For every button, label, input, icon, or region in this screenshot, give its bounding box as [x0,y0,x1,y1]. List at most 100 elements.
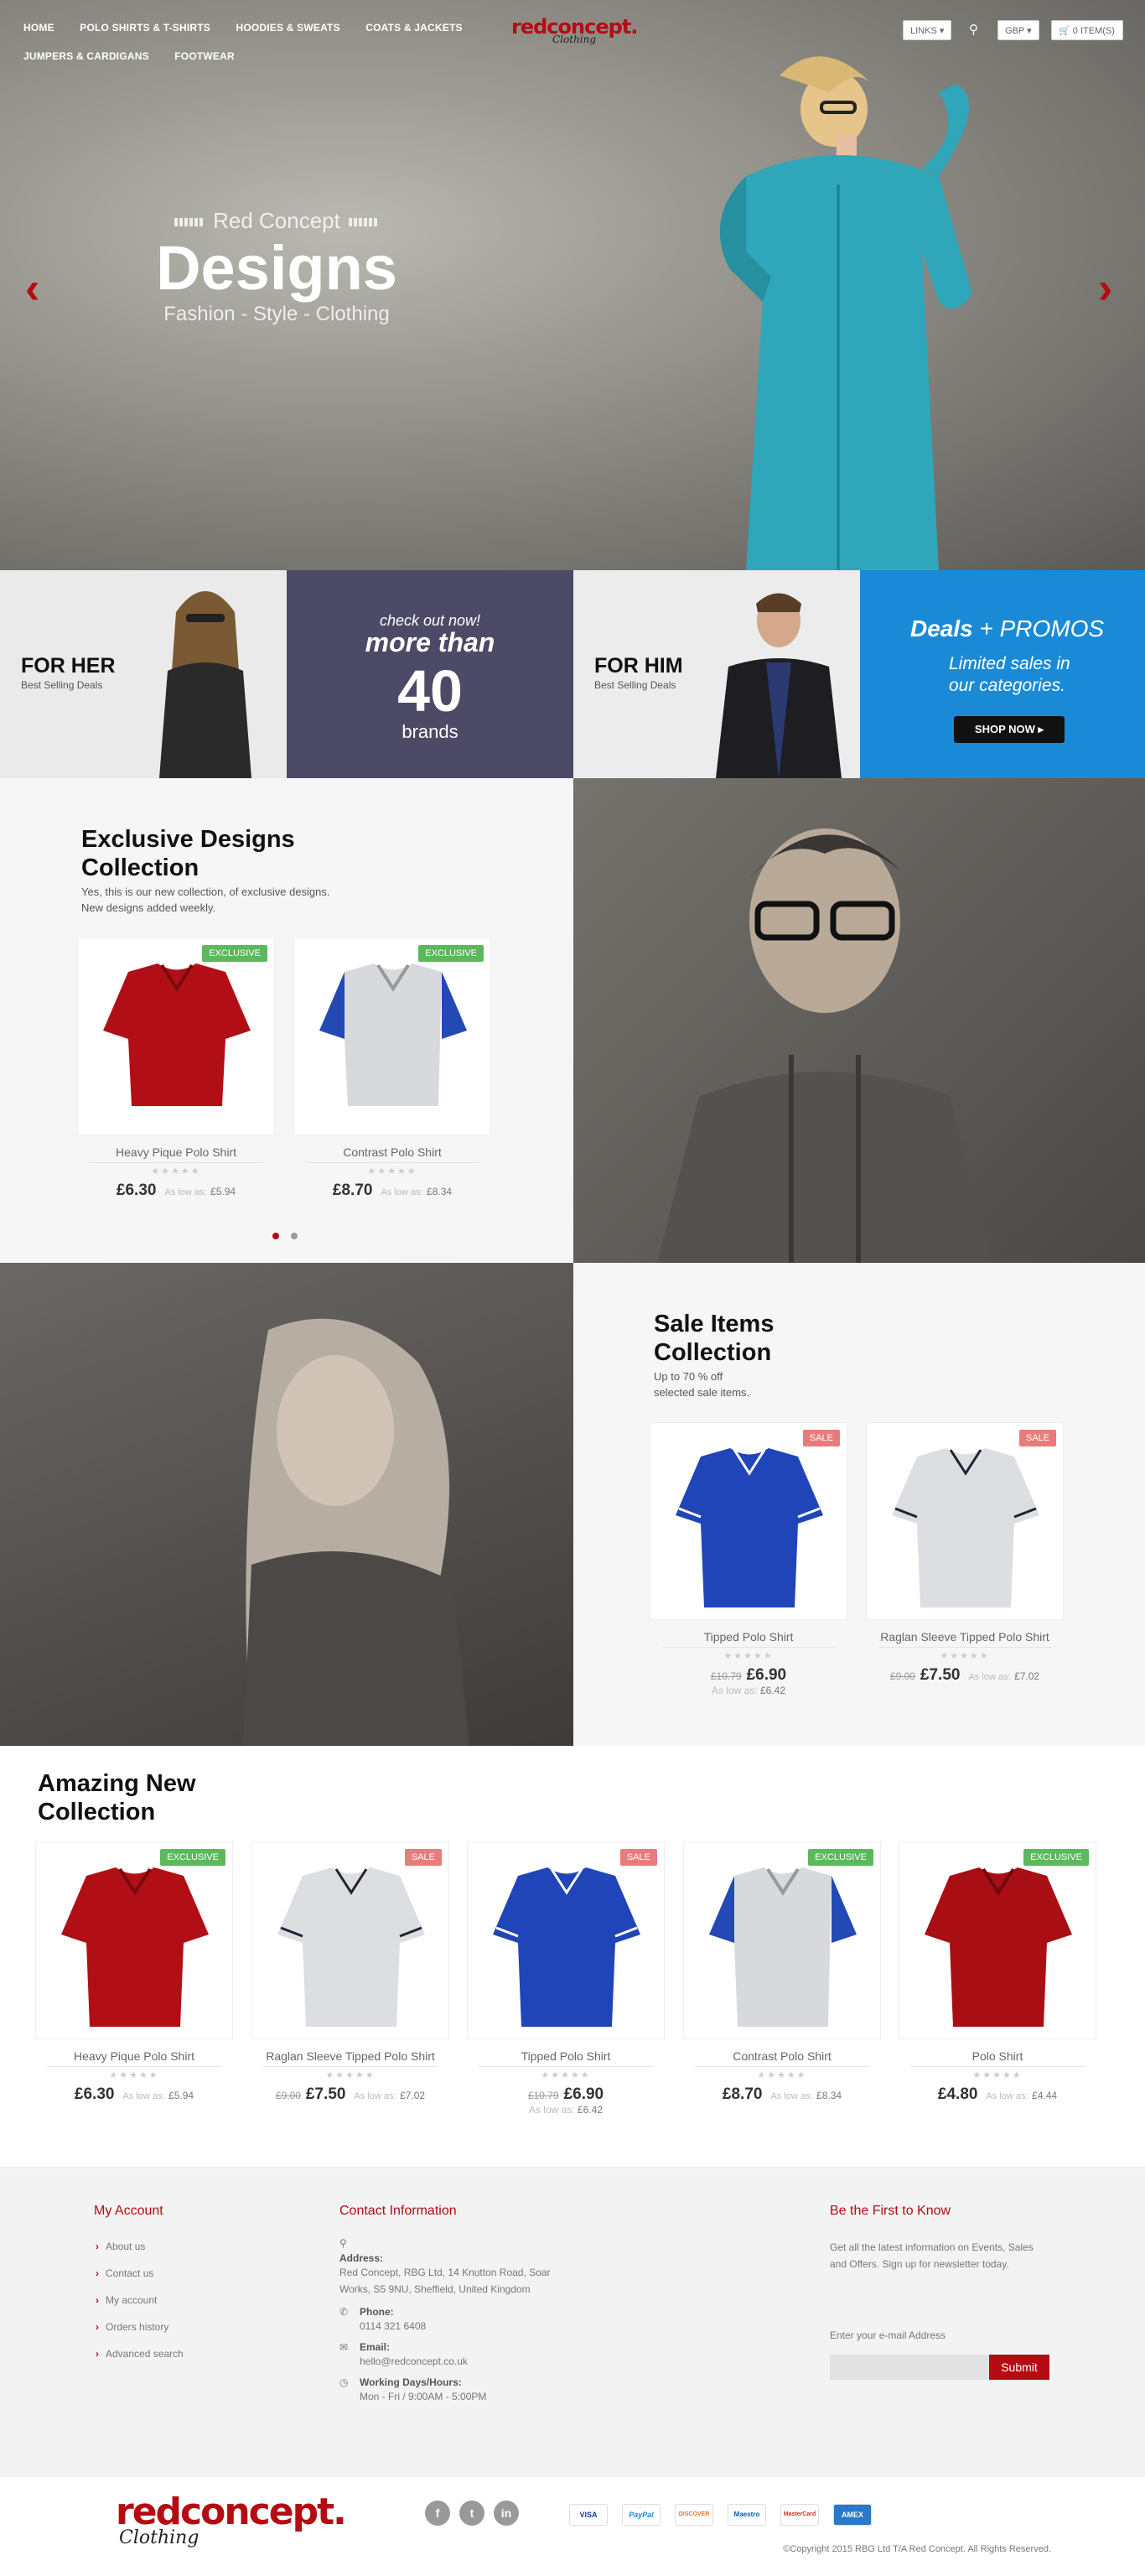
search-icon[interactable]: ⚲ [969,22,978,37]
hours-block: ◷ Working Days/Hours: Mon - Fri / 9:00AM… [339,2376,487,2402]
slider-next-icon[interactable]: › [1098,267,1112,310]
contact-info: ⚲ Address: Red Concept, RBG Ltd, 14 Knut… [339,2237,557,2405]
polo-shirt-image [676,1448,823,1607]
product-name[interactable]: Polo Shirt [899,2049,1096,2063]
product-card[interactable]: SALE Tipped Polo Shirt ★★★★★ £10.79 £6.90… [650,1422,847,1696]
discover-icon: DISCOVER [675,2504,713,2526]
product-name[interactable]: Raglan Sleeve Tipped Polo Shirt [251,2049,449,2063]
polo-shirt-image [61,1867,209,2027]
product-card[interactable]: EXCLUSIVE Contrast Polo Shirt ★★★★★ £8.7… [293,937,491,1200]
footer-logo[interactable]: redconcept. Clothing [116,2492,384,2549]
product-image[interactable]: EXCLUSIVE [293,937,491,1135]
newsletter-email-input[interactable] [830,2355,989,2380]
newsletter-label: Enter your e-mail Address [830,2329,946,2341]
sale-model-image [0,1263,573,1746]
polo-shirt-image [277,1867,425,2027]
promo-him-sub: Best Selling Deals [594,679,676,691]
product-name[interactable]: Tipped Polo Shirt [650,1630,847,1644]
product-price: £10.79 £6.90 [710,1666,787,1684]
newsletter-submit-button[interactable]: Submit [989,2355,1049,2380]
product-card[interactable]: EXCLUSIVE Polo Shirt ★★★★★ £4.80 As low a… [899,1841,1096,2104]
product-image[interactable]: EXCLUSIVE [683,1841,881,2039]
nav-coats[interactable]: COATS & JACKETS [365,22,462,34]
rating-stars-icon: ★★★★★ [89,1162,263,1176]
brands-line3: brands [402,721,459,742]
polo-shirt-image [925,1867,1072,2027]
promo-him-title: FOR HIM [594,654,683,678]
footer-newsletter-title: Be the First to Know [830,2204,951,2218]
product-image[interactable]: EXCLUSIVE [899,1841,1096,2039]
promo-for-her[interactable]: FOR HER Best Selling Deals [0,570,287,778]
product-name[interactable]: Contrast Polo Shirt [293,1145,491,1159]
carousel-dot[interactable] [291,1233,298,1239]
product-name[interactable]: Raglan Sleeve Tipped Polo Shirt [866,1630,1064,1644]
deals-title: Deals + PROMOS [910,615,1105,641]
clock-icon: ◷ [339,2376,349,2388]
rating-stars-icon: ★★★★★ [47,2066,221,2080]
email-block: ✉ Email: hello@redconcept.co.uk [339,2341,468,2367]
promo-for-him[interactable]: FOR HIM Best Selling Deals [573,570,860,778]
brands-line2: more than [365,627,495,657]
site-logo[interactable]: redconcept. Clothing [511,15,638,45]
footer-link-my-account[interactable]: My account [96,2294,184,2306]
product-image[interactable]: EXCLUSIVE [35,1841,233,2039]
shop-now-button[interactable]: SHOP NOW ▸ [954,716,1065,743]
product-card[interactable]: SALE Raglan Sleeve Tipped Polo Shirt ★★★… [866,1422,1064,1685]
slider-prev-icon[interactable]: ‹ [25,267,39,310]
footer-link-search[interactable]: Advanced search [96,2348,184,2360]
twitter-icon[interactable]: t [459,2501,484,2526]
hero-caption: Red Concept Designs Fashion - Style - Cl… [134,208,419,326]
product-image[interactable]: SALE [866,1422,1064,1620]
footer-link-contact[interactable]: Contact us [96,2267,184,2279]
product-low-price: As low as: £6.42 [528,2104,604,2116]
product-image[interactable]: SALE [251,1841,449,2039]
polo-shirt-image [892,1448,1039,1607]
polo-shirt-image [319,963,467,1106]
nav-home[interactable]: HOME [23,22,54,34]
nav-hoodies[interactable]: HOODIES & SWEATS [236,22,339,34]
promo-brands[interactable]: check out now! more than 40 brands [287,570,573,778]
product-card[interactable]: SALE Raglan Sleeve Tipped Polo Shirt ★★★… [251,1841,449,2104]
product-card[interactable]: SALE Tipped Polo Shirt ★★★★★ £10.79 £6.90… [467,1841,665,2116]
brands-number: 40 [397,658,463,724]
nav-jumpers[interactable]: JUMPERS & CARDIGANS [23,50,149,62]
carousel-dot-active[interactable] [272,1233,279,1239]
sale-badge: SALE [404,1849,442,1866]
cart-button[interactable]: 🛒 0 ITEM(S) [1051,20,1123,40]
exclusive-desc: Yes, this is our new collection, of excl… [81,886,330,914]
product-name[interactable]: Tipped Polo Shirt [467,2049,665,2063]
copyright-text: ©Copyright 2015 RBG Ltd T/A Red Concept.… [783,2544,1051,2554]
caret-down-icon: ▾ [939,26,945,36]
maestro-icon: Maestro [728,2504,766,2526]
product-name[interactable]: Heavy Pique Polo Shirt [77,1145,275,1159]
nav-footwear[interactable]: FOOTWEAR [174,50,235,62]
product-name[interactable]: Contrast Polo Shirt [683,2049,881,2063]
product-name[interactable]: Heavy Pique Polo Shirt [35,2049,233,2063]
product-image[interactable]: SALE [650,1422,847,1620]
product-image[interactable]: SALE [467,1841,665,2039]
cart-label: 0 ITEM(S) [1072,26,1115,36]
currency-label: GBP [1005,26,1025,36]
facebook-icon[interactable]: f [425,2501,450,2526]
exclusive-model-image [573,778,1145,1263]
product-image[interactable]: EXCLUSIVE [77,937,275,1135]
promo-deals[interactable]: Deals + PROMOS Limited sales in our cate… [860,570,1145,778]
linkedin-icon[interactable]: in [494,2501,519,2526]
product-card[interactable]: EXCLUSIVE Contrast Polo Shirt ★★★★★ £8.7… [683,1841,881,2104]
footer-link-orders[interactable]: Orders history [96,2321,184,2333]
currency-dropdown[interactable]: GBP ▾ [997,20,1039,40]
nav-polo-shirts[interactable]: POLO SHIRTS & T-SHIRTS [80,22,210,34]
promo-her-sub: Best Selling Deals [21,679,103,691]
product-card[interactable]: EXCLUSIVE Heavy Pique Polo Shirt ★★★★★ £… [77,937,275,1200]
product-price: £9.00 £7.50 As low as: £7.02 [889,1666,1040,1684]
amazing-title: Amazing New Collection [38,1770,196,1826]
polo-shirt-image [493,1867,640,2027]
footer-link-about[interactable]: About us [96,2241,184,2252]
links-label: LINKS [910,26,937,36]
links-dropdown[interactable]: LINKS ▾ [903,20,952,40]
rating-stars-icon: ★★★★★ [695,2066,869,2080]
mastercard-icon: MasterCard [780,2504,819,2526]
product-card[interactable]: EXCLUSIVE Heavy Pique Polo Shirt ★★★★★ £… [35,1841,233,2104]
hero-title: Designs [156,233,397,303]
product-price: £10.79 £6.90 [527,2085,604,2103]
